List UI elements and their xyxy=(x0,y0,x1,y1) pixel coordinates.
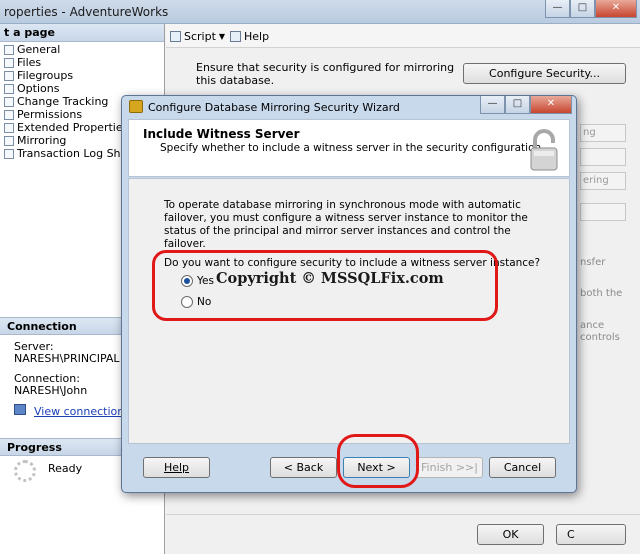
wizard-app-icon xyxy=(129,100,143,113)
wizard-step-title: Include Witness Server xyxy=(143,127,300,141)
background-field xyxy=(580,148,626,166)
ok-button[interactable]: OK xyxy=(477,524,544,545)
background-text: both the xyxy=(580,288,623,299)
connection-value: NARESH\John xyxy=(14,384,88,397)
finish-button: Finish >>| xyxy=(416,457,483,478)
page-item-files[interactable]: Files xyxy=(4,56,164,69)
progress-status: Ready xyxy=(48,462,83,475)
help-toolbar-button[interactable]: Help xyxy=(230,30,269,43)
script-button[interactable]: Script ▼ xyxy=(170,30,225,43)
background-text: controls xyxy=(580,332,620,343)
minimize-button[interactable]: — xyxy=(545,0,570,18)
window-titlebar: roperties - AdventureWorks — □ ✕ xyxy=(0,0,640,24)
background-text: ance xyxy=(580,320,605,331)
page-icon xyxy=(4,135,14,146)
window-controls: — □ ✕ xyxy=(545,0,637,18)
highlight-oval-question xyxy=(152,250,498,321)
cancel-button[interactable]: Cancel xyxy=(489,457,556,478)
page-icon xyxy=(4,122,14,133)
mirroring-security-text: Ensure that security is configured for m… xyxy=(196,61,455,87)
page-item-general[interactable]: General xyxy=(4,43,164,56)
wizard-titlebar: Configure Database Mirroring Security Wi… xyxy=(122,96,576,118)
wizard-title: Configure Database Mirroring Security Wi… xyxy=(148,101,400,114)
page-item-filegroups[interactable]: Filegroups xyxy=(4,69,164,82)
server-value: NARESH\PRINCIPAL xyxy=(14,352,120,365)
wizard-header: Include Witness Server Specify whether t… xyxy=(128,119,570,177)
progress-spinner-icon xyxy=(14,460,36,482)
background-text: nsfer xyxy=(580,257,606,268)
script-icon xyxy=(170,31,181,42)
padlock-icon xyxy=(530,129,558,171)
page-icon xyxy=(4,70,14,81)
wizard-window-controls: — □ ✕ xyxy=(480,96,572,114)
highlight-oval-next xyxy=(337,434,419,488)
background-field xyxy=(580,203,626,221)
page-icon xyxy=(4,148,14,159)
page-icon xyxy=(4,44,14,55)
page-icon xyxy=(4,83,14,94)
back-button[interactable]: < Back xyxy=(270,457,337,478)
page-icon xyxy=(4,57,14,68)
wizard-minimize-button[interactable]: — xyxy=(480,96,505,114)
properties-footer: OK C xyxy=(166,514,640,554)
chevron-down-icon: ▼ xyxy=(218,32,226,41)
page-icon xyxy=(4,109,14,120)
configure-security-button[interactable]: Configure Security... xyxy=(463,63,626,84)
window-title: roperties - AdventureWorks xyxy=(4,5,169,19)
close-button[interactable]: ✕ xyxy=(595,0,637,18)
help-icon xyxy=(230,31,241,42)
help-button[interactable]: Help xyxy=(143,457,210,478)
background-cancel-button[interactable]: C xyxy=(556,524,626,545)
wizard-close-button[interactable]: ✕ xyxy=(530,96,572,114)
background-field: ng xyxy=(580,124,626,142)
witness-description: To operate database mirroring in synchro… xyxy=(164,199,528,250)
page-item-options[interactable]: Options xyxy=(4,82,164,95)
wizard-step-subtitle: Specify whether to include a witness ser… xyxy=(160,142,545,154)
select-page-header: t a page xyxy=(0,24,164,42)
background-field: ering xyxy=(580,172,626,190)
wizard-maximize-button[interactable]: □ xyxy=(505,96,530,114)
page-icon xyxy=(4,96,14,107)
maximize-button[interactable]: □ xyxy=(570,0,595,18)
connection-properties-icon xyxy=(14,404,26,415)
properties-toolbar: Script ▼ Help xyxy=(166,24,640,48)
